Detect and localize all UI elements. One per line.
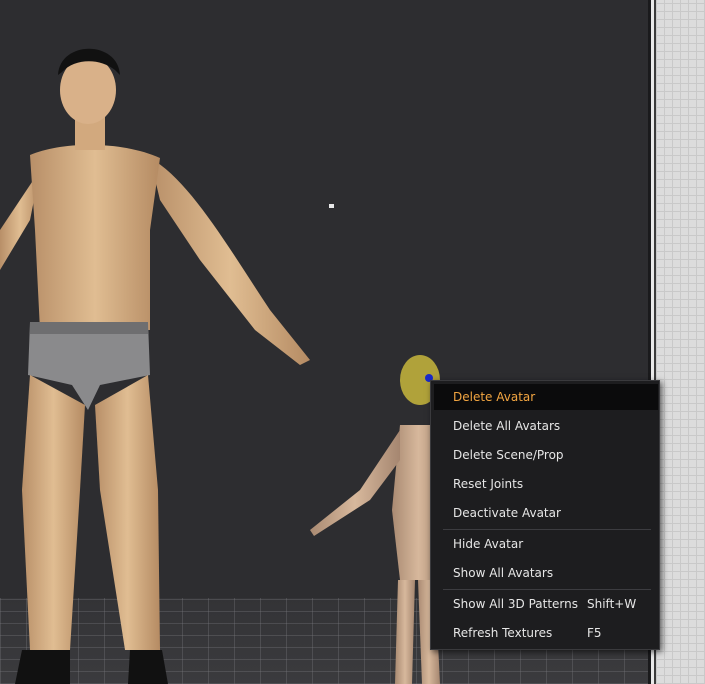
menu-item-delete-all-avatars[interactable]: Delete All Avatars	[434, 413, 658, 439]
menu-item-show-all-avatars[interactable]: Show All Avatars	[434, 560, 658, 586]
menu-item-label: Hide Avatar	[453, 537, 524, 551]
menu-separator	[443, 529, 651, 530]
menu-item-deactivate-avatar[interactable]: Deactivate Avatar	[434, 500, 658, 526]
menu-item-label: Delete Scene/Prop	[453, 448, 564, 462]
menu-item-label: Show All Avatars	[453, 566, 554, 580]
menu-item-label: Deactivate Avatar	[453, 506, 561, 520]
menu-item-label: Delete Avatar	[453, 390, 536, 404]
adult-male-avatar[interactable]	[0, 30, 330, 684]
menu-item-reset-joints[interactable]: Reset Joints	[434, 471, 658, 497]
pattern-window-grid[interactable]	[656, 0, 705, 684]
menu-item-delete-avatar[interactable]: Delete Avatar	[434, 384, 658, 410]
menu-item-delete-scene-prop[interactable]: Delete Scene/Prop	[434, 442, 658, 468]
menu-item-label: Delete All Avatars	[453, 419, 561, 433]
menu-item-refresh-textures[interactable]: Refresh Textures F5	[434, 620, 658, 646]
context-menu: Delete Avatar Delete All Avatars Delete …	[430, 380, 660, 650]
menu-separator	[443, 589, 651, 590]
menu-item-shortcut: Shift+W	[587, 597, 637, 611]
cursor-icon	[329, 204, 334, 208]
menu-item-label: Refresh Textures	[453, 626, 553, 640]
menu-item-shortcut: F5	[587, 626, 602, 640]
menu-item-label: Show All 3D Patterns	[453, 597, 578, 611]
menu-item-label: Reset Joints	[453, 477, 524, 491]
menu-item-show-all-3d-patterns[interactable]: Show All 3D Patterns Shift+W	[434, 591, 658, 617]
menu-item-hide-avatar[interactable]: Hide Avatar	[434, 531, 658, 557]
